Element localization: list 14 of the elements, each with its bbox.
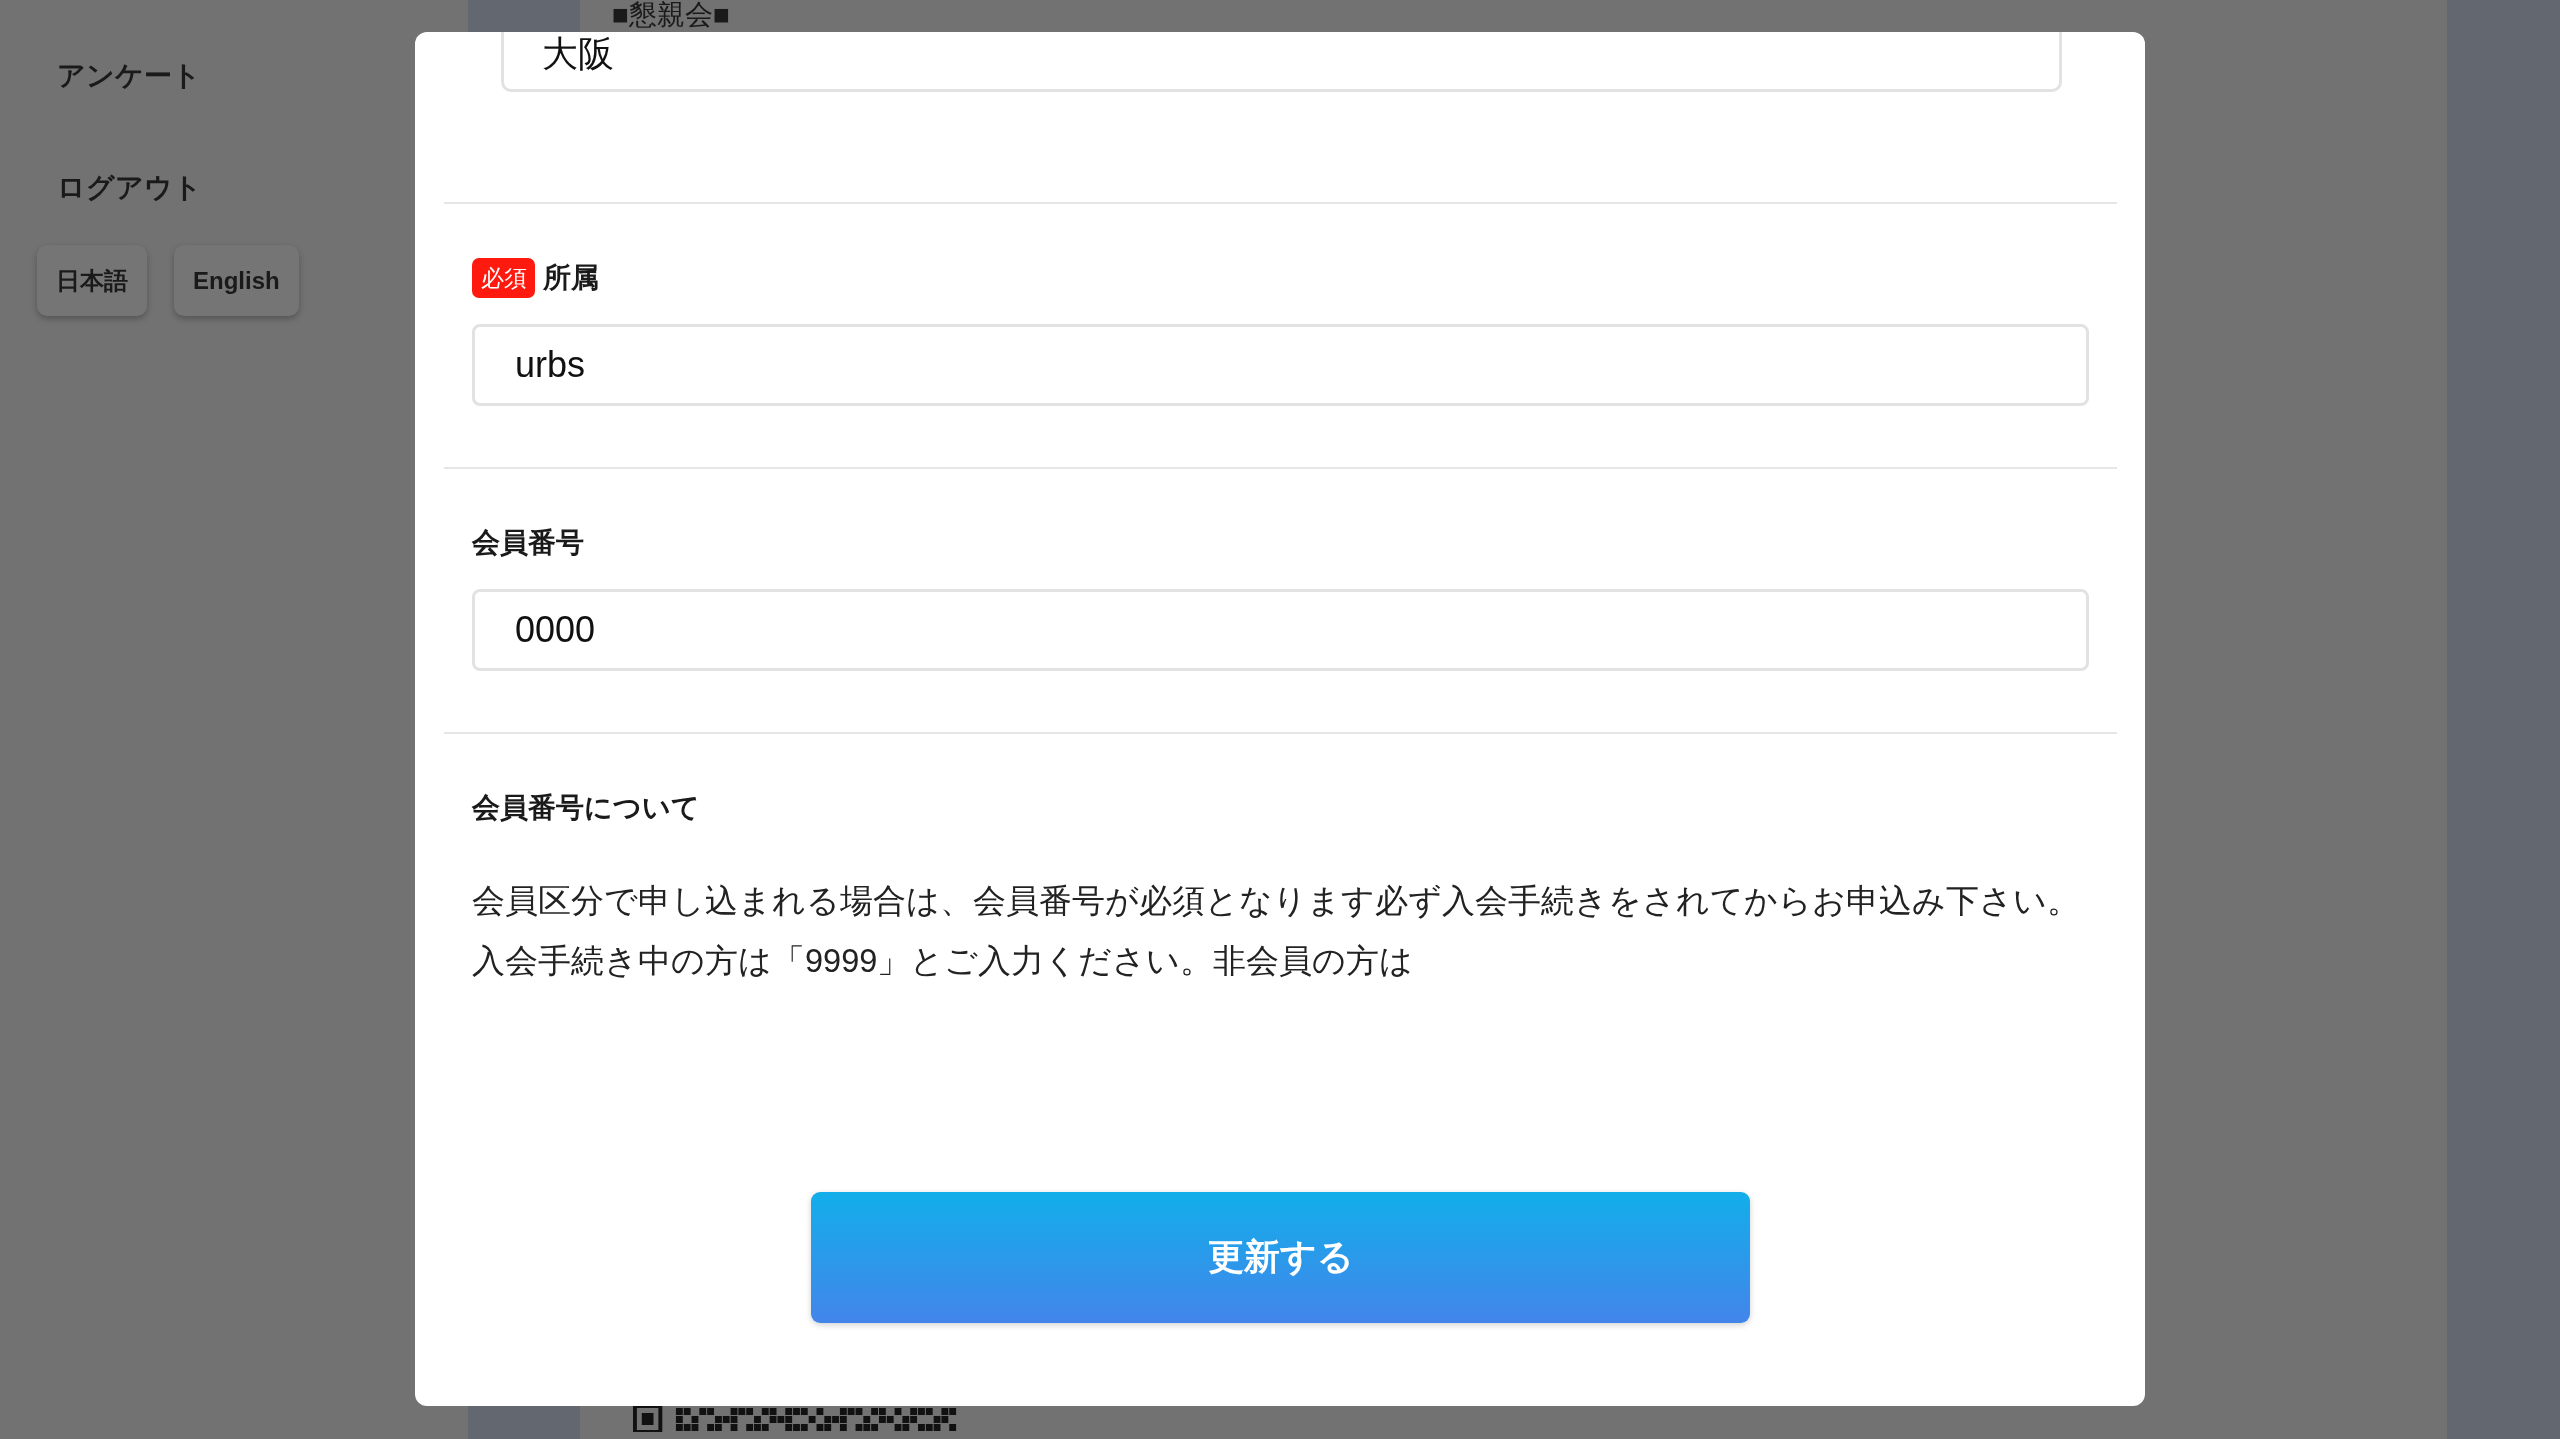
sidebar-menu-item[interactable]: アンケート	[57, 58, 201, 94]
required-badge: 必須	[472, 258, 535, 298]
input-field[interactable]: urbs	[472, 324, 2089, 406]
input-field[interactable]: 大阪	[501, 32, 2062, 92]
input-field[interactable]: 0000	[472, 589, 2089, 671]
sidebar-menu-item[interactable]: ログアウト	[57, 170, 202, 206]
field-label: 会員番号	[472, 526, 584, 560]
field-label: 所属	[543, 261, 599, 295]
note-text: 会員区分で申し込まれる場合は、会員番号が必須となります必ず入会手続きをされてからお申込み下さい。入会手続き中の方は「9999」とご入力ください。非会員の方は	[472, 882, 2081, 981]
update-button[interactable]: 更新する	[811, 1192, 1750, 1323]
language-button[interactable]: 日本語	[37, 245, 147, 316]
note-title: 会員番号について	[472, 791, 701, 825]
language-button[interactable]: English	[174, 245, 299, 316]
page-heading: ■懇親会■	[612, 0, 730, 30]
